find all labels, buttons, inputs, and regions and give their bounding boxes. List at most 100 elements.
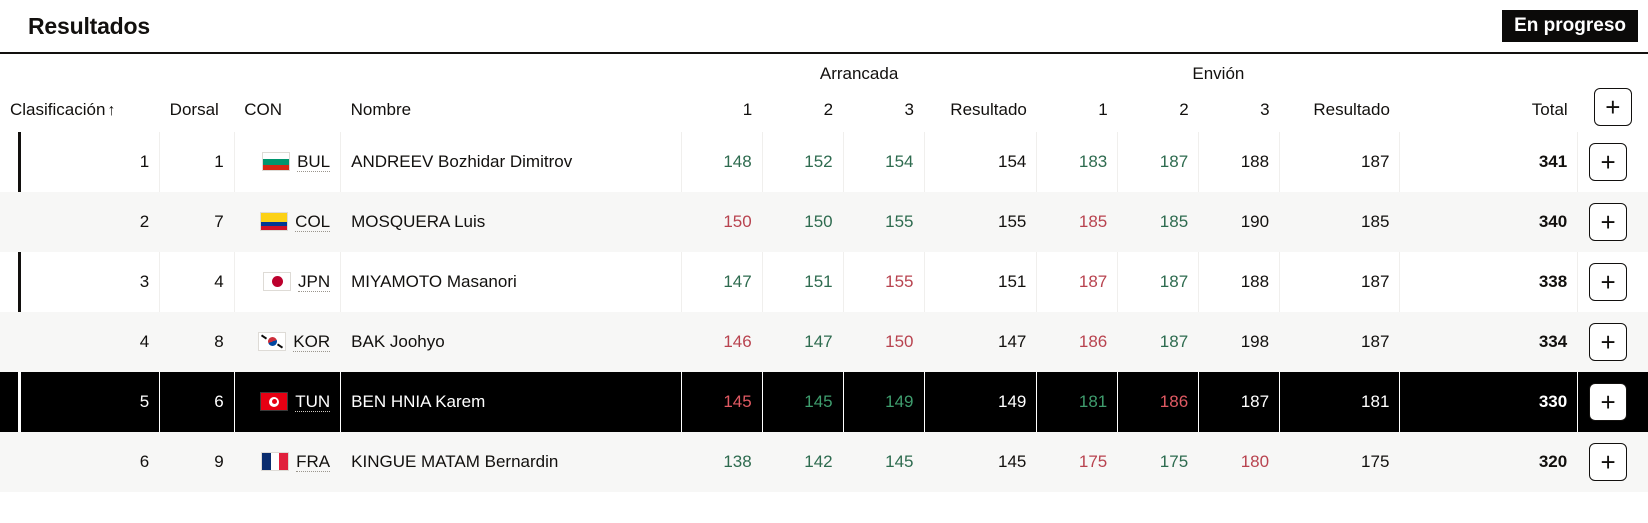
cell-snatch-result: 151 — [924, 252, 1038, 312]
table-head: Arrancada Envión Clasificación ↑ Dorsal C… — [0, 52, 1648, 132]
attempt-value: 145 — [723, 392, 752, 411]
cell-noc: COL — [234, 192, 342, 252]
attempt-value: 150 — [804, 212, 833, 231]
cell-noc: TUN — [234, 372, 342, 432]
flag-korea-icon — [258, 332, 287, 352]
cell-snatch-1: 138 — [681, 432, 763, 492]
column-header-noc[interactable]: CON — [234, 86, 341, 132]
attempt-value: 187 — [1078, 272, 1108, 291]
cell-snatch-3: 155 — [843, 252, 925, 312]
cell-total: 338 — [1399, 252, 1579, 312]
cell-snatch-2: 147 — [762, 312, 844, 372]
expand-row-button[interactable]: + — [1589, 443, 1628, 481]
cell-snatch-3: 150 — [843, 312, 925, 372]
column-header-name[interactable]: Nombre — [340, 86, 682, 132]
column-header-cleanjerk-2[interactable]: 2 — [1117, 86, 1199, 132]
column-header-bib[interactable]: Dorsal — [159, 86, 235, 132]
cell-rank: 4 — [0, 312, 161, 372]
cell-total: 341 — [1399, 132, 1579, 192]
column-header-expand-all: + — [1577, 86, 1648, 132]
attempt-value: 187 — [1240, 392, 1270, 411]
attempt-value: 188 — [1240, 152, 1270, 171]
attempt-value: 155 — [885, 212, 914, 231]
table-row[interactable]: 2 7 COL MOSQUERA Luis 150 150 155 155 185 185 190 1… — [0, 192, 1648, 252]
attempt-value: 145 — [885, 452, 914, 471]
cell-cleanjerk-2: 185 — [1117, 192, 1200, 252]
column-header-snatch-2[interactable]: 2 — [762, 86, 844, 132]
expand-row-button[interactable]: + — [1589, 383, 1628, 421]
cell-rank: 6 — [0, 432, 161, 492]
table-row[interactable]: 6 9 FRA KINGUE MATAM Bernardin 138 142 145 145 1… — [0, 432, 1648, 492]
cell-cleanjerk-result: 185 — [1279, 192, 1401, 252]
column-header-snatch-3[interactable]: 3 — [843, 86, 925, 132]
column-header-rank-label: Clasificación — [10, 100, 106, 119]
attempt-value: 181 — [1078, 392, 1108, 411]
expand-row-button[interactable]: + — [1589, 323, 1628, 361]
column-header-cleanjerk-3[interactable]: 3 — [1198, 86, 1280, 132]
attempt-value: 150 — [885, 332, 914, 351]
attempt-value: 186 — [1078, 332, 1108, 351]
attempt-value: 151 — [804, 272, 833, 291]
flag-bulgaria-icon — [262, 152, 291, 172]
attempt-value: 187 — [1159, 332, 1189, 351]
cell-snatch-1: 147 — [681, 252, 763, 312]
column-header-snatch-result[interactable]: Resultado — [924, 86, 1037, 132]
cell-noc: KOR — [234, 312, 342, 372]
attempt-value: 138 — [723, 452, 752, 471]
cell-total: 334 — [1399, 312, 1579, 372]
cell-bib: 4 — [159, 252, 235, 312]
attempt-value: 175 — [1159, 452, 1189, 471]
expand-row-button[interactable]: + — [1589, 143, 1628, 181]
cell-rank: 2 — [0, 192, 161, 252]
attempt-value: 146 — [723, 332, 752, 351]
column-header-rank[interactable]: Clasificación ↑ — [0, 86, 160, 132]
table-row[interactable]: 3 4 JPN MIYAMOTO Masanori 147 151 155 151 187 187… — [0, 252, 1648, 312]
cell-expand: + — [1578, 372, 1648, 432]
column-header-row: Clasificación ↑ Dorsal CON Nombre 1 2 3 R… — [0, 86, 1648, 132]
group-spacer-right — [1399, 52, 1648, 86]
table-row[interactable]: 5 6 TUN BEN HNIA Karem 145 145 149 149 181 186 187… — [0, 372, 1648, 432]
column-header-cleanjerk-1[interactable]: 1 — [1036, 86, 1118, 132]
attempt-value: 190 — [1240, 212, 1270, 231]
cell-total: 340 — [1399, 192, 1579, 252]
table-body: 1 1 BUL ANDREEV Bozhidar Dimitrov 148 152 154 1… — [0, 132, 1648, 492]
cell-rank: 1 — [0, 132, 161, 192]
attempt-value: 175 — [1078, 452, 1108, 471]
cell-cleanjerk-2: 187 — [1117, 252, 1200, 312]
attempt-value: 187 — [1159, 272, 1189, 291]
expand-all-button[interactable]: + — [1593, 88, 1632, 126]
group-header-row: Arrancada Envión — [0, 52, 1648, 86]
column-header-cleanjerk-result[interactable]: Resultado — [1279, 86, 1400, 132]
expand-row-button[interactable]: + — [1589, 263, 1628, 301]
cell-bib: 6 — [159, 372, 235, 432]
attempt-value: 198 — [1240, 332, 1270, 351]
cell-snatch-result: 147 — [924, 312, 1038, 372]
sort-ascending-icon: ↑ — [107, 102, 116, 119]
cell-rank: 5 — [0, 372, 161, 432]
cell-cleanjerk-1: 187 — [1036, 252, 1119, 312]
column-header-snatch-1[interactable]: 1 — [681, 86, 763, 132]
cell-cleanjerk-3: 180 — [1198, 432, 1281, 492]
cell-athlete-name: MIYAMOTO Masanori — [340, 252, 682, 312]
expand-row-button[interactable]: + — [1589, 203, 1628, 241]
cell-athlete-name: BEN HNIA Karem — [340, 372, 682, 432]
cell-noc: BUL — [234, 132, 342, 192]
cell-athlete-name: ANDREEV Bozhidar Dimitrov — [340, 132, 682, 192]
cell-snatch-3: 154 — [843, 132, 925, 192]
cell-expand: + — [1578, 312, 1648, 372]
table-row[interactable]: 1 1 BUL ANDREEV Bozhidar Dimitrov 148 152 154 1… — [0, 132, 1648, 192]
status-badge: En progreso — [1502, 10, 1638, 42]
flag-colombia-icon — [260, 212, 289, 232]
table-row[interactable]: 4 8 KOR BAK Joohyo 146 147 150 147 186 187 198 187 3… — [0, 312, 1648, 372]
attempt-value: 183 — [1078, 152, 1108, 171]
total-value: 338 — [1538, 272, 1568, 291]
cell-cleanjerk-1: 185 — [1036, 192, 1119, 252]
cell-snatch-3: 155 — [843, 192, 925, 252]
attempt-value: 187 — [1159, 152, 1189, 171]
attempt-value: 145 — [804, 392, 833, 411]
cell-cleanjerk-result: 187 — [1279, 252, 1401, 312]
results-panel: Resultados En progreso Arrancada Envión … — [0, 0, 1648, 523]
column-header-total[interactable]: Total — [1399, 86, 1578, 132]
cell-snatch-1: 148 — [681, 132, 763, 192]
results-table-wrapper: Arrancada Envión Clasificación ↑ Dorsal C… — [0, 52, 1648, 492]
